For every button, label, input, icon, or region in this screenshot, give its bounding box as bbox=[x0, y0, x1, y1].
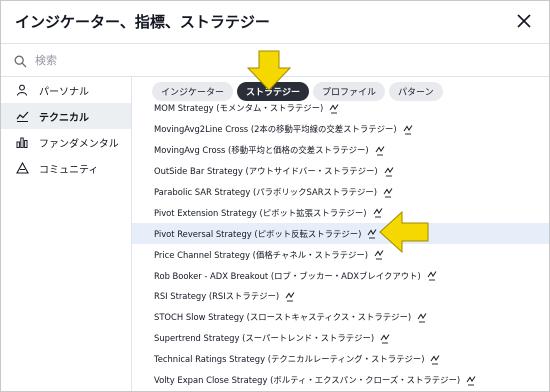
list-item[interactable]: RSI Strategy (RSIストラテジー) bbox=[132, 286, 549, 307]
indicators-dialog: インジケーター、指標、ストラテジー パーソナル テクニカル ファンダメ bbox=[0, 0, 550, 392]
community-icon bbox=[15, 161, 29, 175]
list-item[interactable]: MovingAvg Cross (移動平均と価格の交差ストラテジー) bbox=[132, 140, 549, 161]
list-item[interactable]: STOCH Slow Strategy (スローストキャスティクス・ストラテジー… bbox=[132, 307, 549, 328]
strategy-name: Pivot Extension Strategy (ピボット拡張ストラテジー) bbox=[154, 207, 367, 218]
category-sidebar: パーソナル テクニカル ファンダメンタル コミュニティ bbox=[1, 76, 132, 391]
list-item[interactable]: Pivot Reversal Strategy (ピボット反転ストラテジー) bbox=[132, 223, 549, 245]
strategy-icon bbox=[384, 166, 394, 177]
scrollbar[interactable] bbox=[542, 81, 546, 381]
strategy-name: Technical Ratings Strategy (テクニカルレーティング・… bbox=[154, 354, 425, 365]
search-icon bbox=[14, 53, 27, 72]
strategy-name: MovingAvg Cross (移動平均と価格の交差ストラテジー) bbox=[154, 145, 369, 156]
strategy-list: MOM Strategy (モメンタム・ストラテジー) MovingAvg2Lin… bbox=[132, 98, 549, 390]
bar-chart-icon bbox=[15, 135, 29, 149]
strategy-name: Volty Expan Close Strategy (ボルティ・エクスパン・ク… bbox=[154, 375, 461, 386]
list-item[interactable]: Price Channel Strategy (価格チャネル・ストラテジー) bbox=[132, 244, 549, 265]
sidebar-item-label: コミュニティ bbox=[39, 164, 99, 176]
strategy-name: Price Channel Strategy (価格チャネル・ストラテジー) bbox=[154, 249, 369, 260]
strategy-name: MOM Strategy (モメンタム・ストラテジー) bbox=[154, 103, 324, 114]
sidebar-item-label: パーソナル bbox=[39, 86, 89, 98]
strategy-icon bbox=[373, 208, 382, 218]
strategy-icon bbox=[329, 104, 339, 114]
search-bar bbox=[1, 43, 549, 77]
strategy-icon bbox=[417, 313, 427, 323]
strategy-icon bbox=[374, 250, 384, 260]
strategy-name: Parabolic SAR Strategy (パラボリックSARストラテジー) bbox=[154, 187, 378, 197]
strategy-name: OutSide Bar Strategy (アウトサイドバー・ストラテジー) bbox=[154, 166, 378, 177]
sidebar-item-label: テクニカル bbox=[39, 112, 89, 124]
main-panel: インジケーター ストラテジー プロファイル パターン MOM Strategy … bbox=[132, 76, 549, 391]
strategy-name: RSI Strategy (RSIストラテジー) bbox=[154, 291, 280, 302]
dialog-header: インジケーター、指標、ストラテジー bbox=[1, 1, 549, 43]
strategy-icon bbox=[380, 333, 390, 344]
person-icon bbox=[15, 83, 29, 97]
list-item[interactable]: Parabolic SAR Strategy (パラボリックSARストラテジー) bbox=[132, 182, 549, 203]
search-input[interactable] bbox=[33, 49, 517, 71]
list-item[interactable]: Volty Expan Close Strategy (ボルティ・エクスパン・ク… bbox=[132, 370, 549, 391]
strategy-name: Supertrend Strategy (スーパートレンド・ストラテジー) bbox=[154, 333, 375, 344]
strategy-icon bbox=[383, 187, 393, 197]
strategy-name: STOCH Slow Strategy (スローストキャスティクス・ストラテジー… bbox=[154, 312, 412, 323]
sidebar-item-technical[interactable]: テクニカル bbox=[1, 103, 131, 129]
strategy-icon bbox=[368, 229, 377, 239]
strategy-icon bbox=[427, 271, 437, 281]
sidebar-item-community[interactable]: コミュニティ bbox=[1, 155, 131, 181]
list-item[interactable]: OutSide Bar Strategy (アウトサイドバー・ストラテジー) bbox=[132, 161, 549, 182]
strategy-icon bbox=[403, 125, 413, 135]
strategy-icon bbox=[466, 375, 476, 385]
strategy-name: Rob Booker - ADX Breakout (ロブ・ブッカー・ADXブレ… bbox=[154, 270, 421, 281]
sidebar-item-fundamental[interactable]: ファンダメンタル bbox=[1, 129, 131, 155]
strategy-name: Pivot Reversal Strategy (ピボット反転ストラテジー) bbox=[154, 228, 362, 239]
close-icon[interactable] bbox=[513, 10, 535, 32]
list-item[interactable]: Technical Ratings Strategy (テクニカルレーティング・… bbox=[132, 349, 549, 370]
list-item[interactable]: Pivot Extension Strategy (ピボット拡張ストラテジー) bbox=[132, 202, 549, 223]
list-item[interactable]: MOM Strategy (モメンタム・ストラテジー) bbox=[132, 98, 549, 119]
strategy-name: MovingAvg2Line Cross (2本の移動平均線の交差ストラテジー) bbox=[154, 124, 397, 135]
list-item[interactable]: Supertrend Strategy (スーパートレンド・ストラテジー) bbox=[132, 328, 549, 349]
chart-line-icon bbox=[15, 109, 29, 123]
dialog-title: インジケーター、指標、ストラテジー bbox=[15, 13, 270, 31]
strategy-icon bbox=[375, 145, 385, 156]
strategy-icon bbox=[285, 292, 295, 302]
strategy-icon bbox=[431, 354, 440, 365]
list-item[interactable]: MovingAvg2Line Cross (2本の移動平均線の交差ストラテジー) bbox=[132, 119, 549, 140]
list-item[interactable]: Rob Booker - ADX Breakout (ロブ・ブッカー・ADXブレ… bbox=[132, 265, 549, 286]
sidebar-item-label: ファンダメンタル bbox=[39, 138, 119, 150]
sidebar-item-personal[interactable]: パーソナル bbox=[1, 77, 131, 103]
